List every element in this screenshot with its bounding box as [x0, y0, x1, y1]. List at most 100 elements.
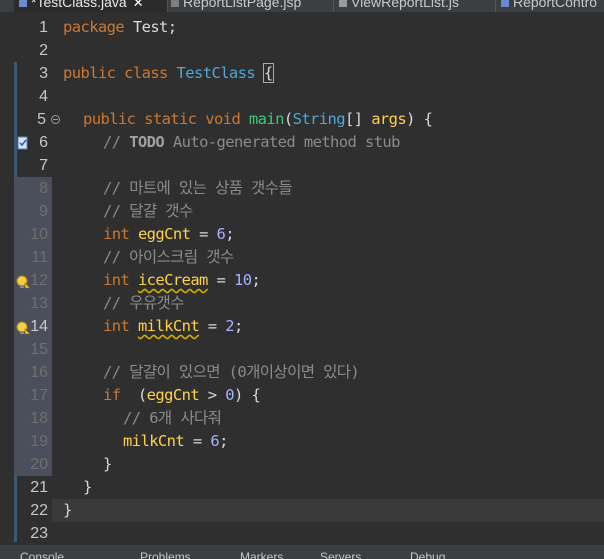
method-name: main — [248, 110, 285, 128]
tab-reportlistpage-jsp[interactable]: ReportListPage.jsp — [170, 0, 330, 12]
semicolon: ; — [225, 225, 235, 243]
close-paren: ) { — [234, 386, 261, 404]
package-name: Test; — [124, 18, 177, 36]
bottom-panel-tabs: Console Problems Markers Servers Debug — [0, 545, 604, 559]
code-line-20: } — [103, 455, 112, 473]
line-number: 1 — [39, 19, 48, 36]
todo-tag: TODO — [129, 133, 165, 151]
variable: milkCnt — [123, 432, 185, 450]
tab-label: ReportListPage.jsp — [183, 0, 302, 10]
operator: = — [199, 317, 226, 335]
current-line-highlight — [52, 499, 604, 522]
code-line-16: // 달걀이 있으면 (0개이상이면 있다) — [103, 363, 360, 381]
code-line-17: if (eggCnt > 0) { — [103, 384, 261, 407]
type-name: String — [292, 110, 346, 128]
variable-warning[interactable]: milkCnt — [138, 317, 200, 335]
number: 6 — [210, 432, 220, 450]
number: 2 — [225, 317, 234, 335]
js-file-icon — [338, 0, 348, 7]
comment-slash: // — [103, 133, 130, 151]
warning-lightbulb-icon[interactable] — [16, 320, 31, 335]
editor-tab-bar: *TestClass.java ✕ ReportListPage.jsp View… — [0, 0, 604, 12]
number: 6 — [216, 225, 226, 243]
code-line-8: // 마트에 있는 상품 갯수들 — [103, 179, 293, 197]
operator: = — [184, 432, 211, 450]
line-number: 15 — [30, 341, 48, 358]
line-number: 18 — [30, 410, 48, 427]
line-number: 17 — [30, 387, 48, 404]
line-number: 13 — [30, 295, 48, 312]
line-number: 5 — [37, 111, 46, 128]
semicolon: ; — [234, 317, 243, 335]
tab-testclass-java[interactable]: *TestClass.java ✕ — [14, 0, 168, 12]
keyword: int — [103, 317, 130, 335]
code-line-6: // TODO Auto-generated method stub — [103, 131, 401, 154]
warning-lightbulb-icon[interactable] — [16, 274, 31, 289]
tab-markers[interactable]: Markers — [240, 550, 283, 559]
tab-label: ReportContro — [513, 0, 598, 10]
tab-console[interactable]: Console — [20, 550, 64, 559]
operator: > — [199, 386, 226, 404]
tab-debug[interactable]: Debug — [410, 550, 445, 559]
code-line-10: int eggCnt = 6; — [103, 223, 235, 246]
line-number: 11 — [31, 249, 48, 266]
code-line-18: // 6개 사다줘 — [123, 409, 222, 427]
code-line-3: public class TestClass { — [63, 62, 274, 85]
overview-ruler — [0, 12, 14, 545]
parameter: args — [371, 110, 407, 128]
java-file-icon — [18, 0, 28, 7]
code-line-5: public static void main(String[] args) { — [83, 108, 433, 131]
array-brackets: [] — [345, 110, 372, 128]
code-line-21: } — [83, 478, 92, 496]
code-line-11: // 아이스크림 갯수 — [103, 248, 234, 266]
variable: eggCnt — [137, 225, 191, 243]
semicolon: ; — [219, 432, 228, 450]
code-line-19: milkCnt = 6; — [123, 430, 228, 453]
fold-collapse-icon[interactable] — [51, 115, 60, 124]
line-number: 19 — [30, 433, 48, 450]
line-number: 3 — [39, 65, 48, 82]
line-number: 4 — [39, 88, 48, 105]
code-editor[interactable]: 1 2 3 4 5 6 7 8 9 10 11 12 13 14 15 16 1… — [0, 12, 604, 545]
code-line-13: // 우유갯수 — [103, 294, 184, 312]
line-number: 8 — [39, 180, 48, 197]
keyword: if — [103, 386, 121, 404]
number: 10 — [234, 271, 252, 289]
code-line-14: int milkCnt = 2; — [103, 315, 243, 338]
variable-warning[interactable]: iceCream — [138, 271, 208, 289]
task-marker-icon[interactable] — [16, 135, 30, 150]
line-number: 9 — [39, 203, 48, 220]
line-number: 16 — [30, 364, 48, 381]
line-number: 21 — [30, 479, 48, 496]
line-number: 7 — [39, 157, 48, 174]
tab-label: ViewReportList.js — [351, 0, 459, 10]
code-line-1: package Test; — [63, 16, 177, 39]
line-number: 20 — [30, 456, 48, 473]
line-number: 2 — [39, 42, 48, 59]
keyword: public static void — [83, 110, 241, 128]
close-icon[interactable]: ✕ — [133, 0, 144, 10]
tab-label: *TestClass.java — [31, 0, 127, 10]
tab-problems[interactable]: Problems — [140, 550, 191, 559]
tab-viewreportlist-js[interactable]: ViewReportList.js — [338, 0, 488, 12]
keyword: package — [63, 18, 125, 36]
tab-servers[interactable]: Servers — [320, 550, 361, 559]
number: 0 — [225, 386, 235, 404]
operator: = — [190, 225, 217, 243]
line-number: 23 — [30, 525, 48, 542]
operator: = — [207, 271, 234, 289]
paren: ( — [283, 110, 293, 128]
code-line-9: // 달걀 갯수 — [103, 202, 193, 220]
semicolon: ; — [251, 271, 261, 289]
code-line-22: } — [63, 501, 72, 519]
jsp-file-icon — [170, 0, 180, 7]
variable: eggCnt — [146, 386, 200, 404]
line-number: 22 — [30, 502, 48, 519]
code-line-12: int iceCream = 10; — [103, 269, 261, 292]
class-name: TestClass — [176, 64, 256, 82]
tab-reportcontroller[interactable]: ReportContro — [500, 0, 604, 12]
open-paren: ( — [120, 386, 147, 404]
comment-text: Auto-generated method stub — [164, 133, 401, 151]
close-paren: ) { — [406, 110, 433, 128]
keyword: public class — [63, 64, 168, 82]
